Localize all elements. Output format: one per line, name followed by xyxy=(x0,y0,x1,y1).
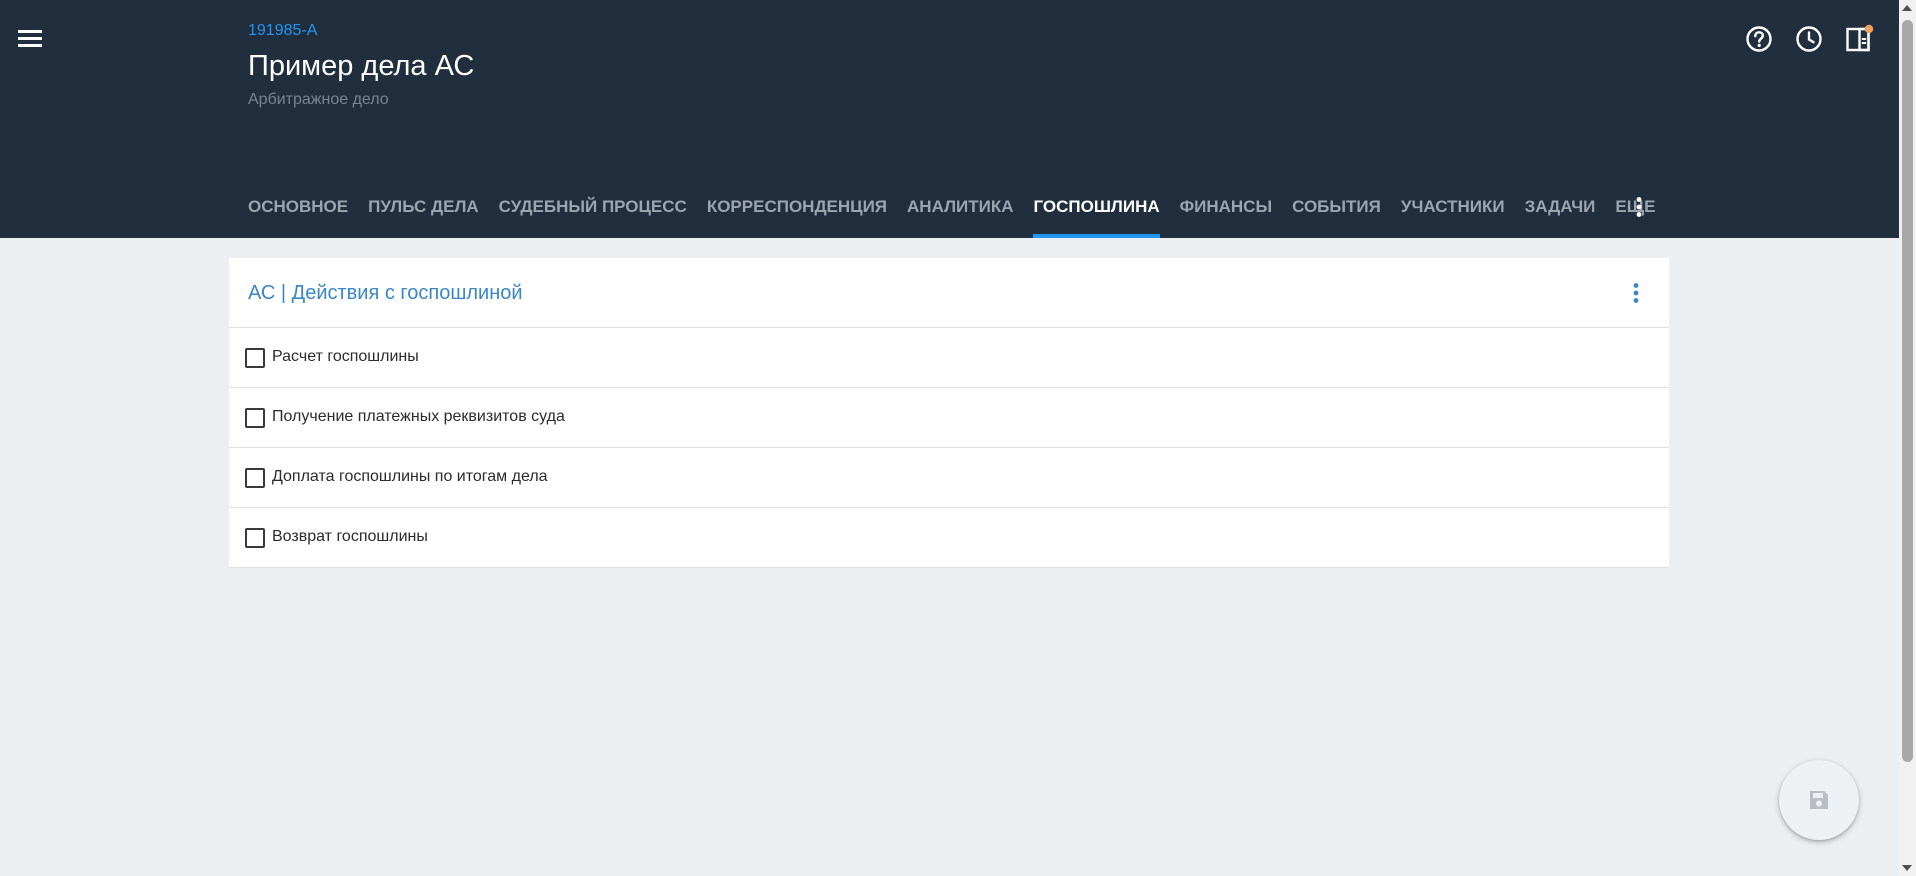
panel-button[interactable] xyxy=(1844,24,1874,54)
more-vertical-icon xyxy=(1636,197,1642,217)
clock-icon xyxy=(1796,26,1822,52)
card-header: АС | Действия с госпошлиной xyxy=(229,258,1669,328)
save-button[interactable] xyxy=(1779,760,1859,840)
list-item[interactable]: Возврат госпошлины xyxy=(229,508,1669,568)
tab-analytics[interactable]: Аналитика xyxy=(907,190,1013,238)
item-label: Получение платежных реквизитов суда xyxy=(272,408,565,425)
menu-button[interactable] xyxy=(14,24,48,52)
item-label: Доплата госпошлины по итогам дела xyxy=(272,468,548,485)
checkbox[interactable] xyxy=(245,348,265,368)
tab-bar: Основное Пульс дела Судебный процесс Кор… xyxy=(248,190,1675,238)
item-label: Расчет госпошлины xyxy=(272,348,419,365)
history-button[interactable] xyxy=(1794,24,1824,54)
tab-finance[interactable]: Финансы xyxy=(1180,190,1272,238)
item-label: Возврат госпошлины xyxy=(272,528,428,545)
tab-main[interactable]: Основное xyxy=(248,190,348,238)
scroll-up-arrow[interactable] xyxy=(1902,5,1912,11)
list-item[interactable]: Получение платежных реквизитов суда xyxy=(229,388,1669,448)
tab-events[interactable]: События xyxy=(1292,190,1381,238)
scrollbar-thumb[interactable] xyxy=(1902,20,1913,762)
tab-state-fee[interactable]: Госпошлина xyxy=(1033,190,1160,238)
tab-participants[interactable]: Участники xyxy=(1401,190,1505,238)
help-button[interactable] xyxy=(1744,24,1774,54)
list-item[interactable]: Расчет госпошлины xyxy=(229,328,1669,388)
tab-correspondence[interactable]: Корреспонденция xyxy=(707,190,887,238)
tab-court-process[interactable]: Судебный процесс xyxy=(499,190,687,238)
panel-icon xyxy=(1846,24,1874,52)
case-type: Арбитражное дело xyxy=(248,91,389,108)
tab-tasks[interactable]: Задачи xyxy=(1525,190,1596,238)
card-title: АС | Действия с госпошлиной xyxy=(248,282,523,304)
checkbox[interactable] xyxy=(245,408,265,428)
page-title: Пример дела АС xyxy=(248,50,475,82)
checkbox[interactable] xyxy=(245,468,265,488)
checkbox[interactable] xyxy=(245,528,265,548)
scroll-down-arrow[interactable] xyxy=(1902,865,1912,871)
save-icon xyxy=(1810,791,1828,809)
more-vertical-icon xyxy=(1633,283,1639,303)
app-header: 191985-A Пример дела АС Арбитражное дело… xyxy=(0,0,1899,238)
tab-pulse[interactable]: Пульс дела xyxy=(368,190,479,238)
tabs-more-button[interactable] xyxy=(1626,194,1652,220)
card-more-button[interactable] xyxy=(1623,280,1649,306)
case-number[interactable]: 191985-A xyxy=(248,22,317,40)
scrollbar[interactable] xyxy=(1899,0,1916,876)
state-fee-actions-card: АС | Действия с госпошлиной Расчет госпо… xyxy=(229,258,1669,568)
help-icon xyxy=(1746,26,1772,52)
menu-icon xyxy=(18,30,42,47)
notification-dot xyxy=(1864,24,1874,34)
list-item[interactable]: Доплата госпошлины по итогам дела xyxy=(229,448,1669,508)
